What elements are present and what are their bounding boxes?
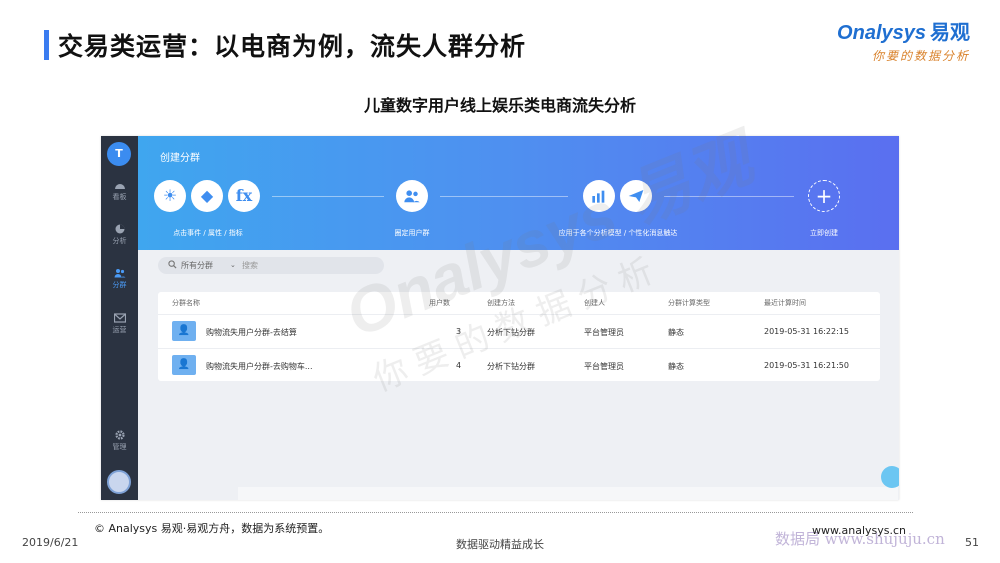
gear-icon [114,430,125,440]
creator: 平台管理员 [584,328,624,337]
last-calc-time: 2019-05-31 16:21:50 [764,361,849,370]
segment-filter-bar[interactable]: 所有分群 ⌄ 搜索 [158,257,384,274]
copyright-note: © Analysys 易观·易观方舟，数据为系统预置。 [94,522,330,535]
segment-icon: 👤 [172,355,196,375]
segment-name[interactable]: 购物流失用户分群-去结算 [206,327,297,338]
analysys-logo: Onalysys 易观 你要的数据分析 [837,16,970,64]
pie-chart-icon [115,224,124,234]
logo-o-mark: O [837,22,853,44]
sidebar-item-label: 管理 [112,443,127,451]
column-header[interactable]: 最近计算时间 [764,298,806,308]
sidebar-item-segments[interactable]: 分群 [101,268,138,290]
workspace-avatar[interactable]: T [107,142,131,166]
segment-table: 分群名称 用户数 创建方法 创建人 分群计算类型 最近计算时间 👤 购物流失用户… [158,292,880,381]
table-row[interactable]: 👤 购物流失用户分群-去结算 3 分析下钻分群 平台管理员 静态 2019-05… [158,314,880,348]
column-header[interactable]: 分群计算类型 [668,298,710,308]
creator: 平台管理员 [584,362,624,371]
chevron-down-icon[interactable]: ⌄ [230,257,236,274]
segment-name[interactable]: 购物流失用户分群-去购物车... [206,361,313,372]
step-connector [440,196,568,197]
sidebar: T 看板 分析 分群 运营 管理 [101,136,138,500]
search-input[interactable]: 搜索 [242,257,258,274]
page-title: 交易类运营：以电商为例，流失人群分析 [58,32,527,61]
footer-url[interactable]: www.analysys.cn [812,524,906,537]
bottom-scrollbar[interactable] [238,487,898,500]
user-group-icon [396,180,428,212]
bar-chart-icon [583,180,615,212]
gauge-icon [114,184,125,189]
sidebar-item-label: 分析 [112,237,127,245]
step-connector [664,196,794,197]
segment-icon: 👤 [172,321,196,341]
segment-scope-select[interactable]: 所有分群 [181,257,213,274]
sidebar-item-dashboard[interactable]: 看板 [101,180,138,202]
fx-metric-icon: fx [228,180,260,212]
sidebar-item-manage[interactable]: 管理 [101,430,138,452]
sidebar-item-label: 运营 [112,326,127,334]
app-screenshot: T 看板 分析 分群 运营 管理 创建分群 ☀ ◆ fx + 点击事件 / 属性… [101,136,899,500]
search-icon [168,257,177,274]
logo-brand-cn: 易观 [930,22,970,44]
step-connector [272,196,384,197]
logo-slogan: 你要的数据分析 [871,49,970,63]
send-message-icon [620,180,652,212]
logo-brand: nalysys [852,22,926,44]
banner-title: 创建分群 [160,153,200,164]
step3-label: 应用于各个分析模型 / 个性化消息触达 [558,229,678,237]
page-number: 51 [965,536,979,549]
column-header[interactable]: 用户数 [429,298,450,308]
column-header[interactable]: 创建方法 [487,298,515,308]
table-row[interactable]: 👤 购物流失用户分群-去购物车... 4 分析下钻分群 平台管理员 静态 201… [158,348,880,382]
sidebar-item-operations[interactable]: 运营 [101,313,138,335]
slide-subtitle: 儿童数字用户线上娱乐类电商流失分析 [363,96,636,115]
users-icon [114,269,125,278]
column-header[interactable]: 创建人 [584,298,605,308]
assistant-bot-icon[interactable] [881,466,899,488]
user-avatar[interactable] [107,470,131,494]
calc-type: 静态 [668,362,684,371]
calc-type: 静态 [668,328,684,337]
click-event-icon: ☀ [154,180,186,212]
footer-divider [78,512,913,513]
last-calc-time: 2019-05-31 16:22:15 [764,327,849,336]
create-method: 分析下钻分群 [487,362,535,371]
step2-label: 圈定用户群 [394,229,430,237]
sidebar-item-label: 看板 [112,193,127,201]
column-header[interactable]: 分群名称 [172,298,200,308]
user-count: 4 [456,361,462,370]
sidebar-item-analysis[interactable]: 分析 [101,224,138,246]
title-accent-bar [44,30,49,60]
create-segment-banner: 创建分群 ☀ ◆ fx + 点击事件 / 属性 / 指标 圈定用户群 应用于各个… [138,136,899,250]
tag-attribute-icon: ◆ [191,180,223,212]
mail-icon [113,313,126,323]
user-count: 3 [456,327,462,336]
sidebar-item-label: 分群 [112,281,127,289]
step4-label[interactable]: 立即创建 [794,228,854,238]
create-method: 分析下钻分群 [487,328,535,337]
create-now-button[interactable]: + [808,180,840,212]
step1-label: 点击事件 / 属性 / 指标 [173,229,243,237]
